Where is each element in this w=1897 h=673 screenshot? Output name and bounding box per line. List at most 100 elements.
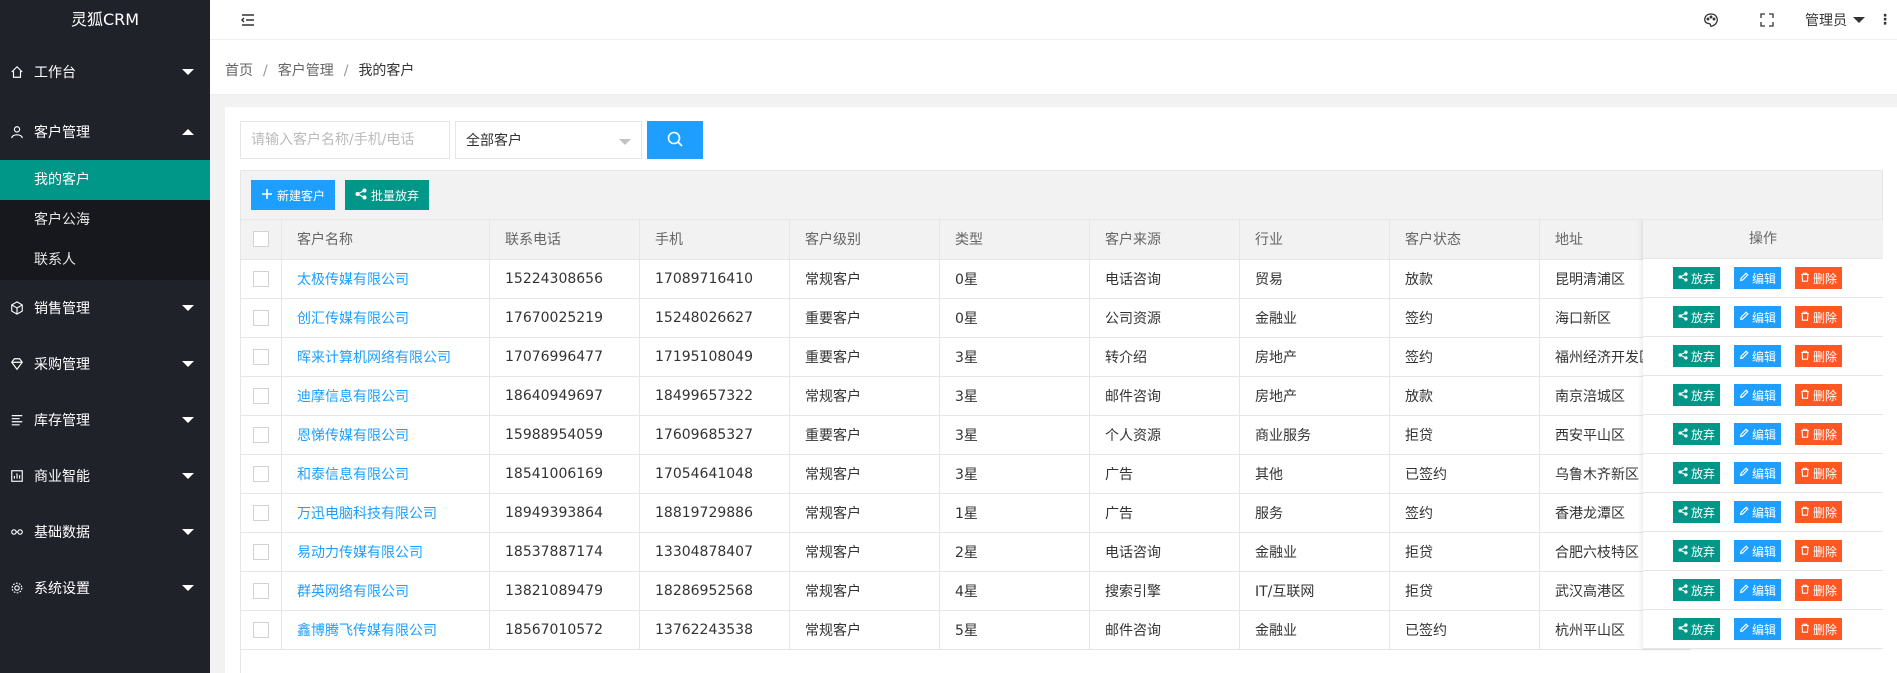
row-checkbox-cell bbox=[241, 337, 282, 377]
row-checkbox[interactable] bbox=[253, 621, 269, 638]
sidebar-item-my-customers[interactable]: 我的客户 bbox=[0, 160, 210, 200]
abandon-button[interactable]: 放弃 bbox=[1673, 423, 1721, 445]
breadcrumb-home[interactable]: 首页 bbox=[225, 63, 253, 79]
sidebar-item-contacts[interactable]: 联系人 bbox=[0, 240, 210, 280]
sidebar-item-inventory[interactable]: 库存管理 bbox=[0, 392, 210, 448]
row-checkbox[interactable] bbox=[253, 309, 269, 326]
column-header[interactable]: 联系电话 bbox=[489, 220, 640, 260]
edit-button[interactable]: 编辑 bbox=[1734, 579, 1782, 601]
edit-label: 编辑 bbox=[1752, 427, 1777, 442]
sidebar-item-sales[interactable]: 销售管理 bbox=[0, 280, 210, 336]
delete-button[interactable]: 删除 bbox=[1795, 540, 1843, 562]
menu-toggle-icon[interactable] bbox=[240, 12, 256, 28]
abandon-button[interactable]: 放弃 bbox=[1673, 462, 1721, 484]
sidebar-item-basic-data[interactable]: 基础数据 bbox=[0, 504, 210, 560]
abandon-button[interactable]: 放弃 bbox=[1673, 501, 1721, 523]
column-header[interactable]: 行业 bbox=[1239, 220, 1390, 260]
edit-button[interactable]: 编辑 bbox=[1734, 618, 1782, 640]
search-button[interactable] bbox=[647, 121, 703, 159]
new-customer-label: 新建客户 bbox=[277, 188, 326, 203]
customer-name-link[interactable]: 鑫博腾飞传媒有限公司 bbox=[281, 610, 490, 650]
abandon-button[interactable]: 放弃 bbox=[1673, 618, 1721, 640]
chevron-up-icon bbox=[182, 129, 194, 135]
trash-icon bbox=[1800, 388, 1810, 402]
delete-button[interactable]: 删除 bbox=[1795, 618, 1843, 640]
abandon-button[interactable]: 放弃 bbox=[1673, 306, 1721, 328]
table-cell: 常规客户 bbox=[789, 532, 940, 572]
column-header[interactable]: 客户名称 bbox=[281, 220, 490, 260]
edit-button[interactable]: 编辑 bbox=[1734, 345, 1782, 367]
batch-abandon-button[interactable]: 批量放弃 bbox=[345, 180, 430, 210]
delete-button[interactable]: 删除 bbox=[1795, 345, 1843, 367]
delete-button[interactable]: 删除 bbox=[1795, 423, 1843, 445]
customer-name-link[interactable]: 迪摩信息有限公司 bbox=[281, 376, 490, 416]
customer-name-link[interactable]: 万迅电脑科技有限公司 bbox=[281, 493, 490, 533]
delete-button[interactable]: 删除 bbox=[1795, 306, 1843, 328]
row-checkbox[interactable] bbox=[253, 270, 269, 287]
row-checkbox[interactable] bbox=[253, 504, 269, 521]
chevron-down-icon bbox=[182, 529, 194, 535]
sidebar-item-label: 客户管理 bbox=[34, 125, 90, 141]
row-checkbox[interactable] bbox=[253, 348, 269, 365]
delete-button[interactable]: 删除 bbox=[1795, 267, 1843, 289]
customer-name-link[interactable]: 恩悌传媒有限公司 bbox=[281, 415, 490, 455]
table-cell: 重要客户 bbox=[789, 415, 940, 455]
sidebar-item-customers[interactable]: 客户管理 bbox=[0, 104, 210, 160]
abandon-button[interactable]: 放弃 bbox=[1673, 579, 1721, 601]
customer-name-link[interactable]: 太极传媒有限公司 bbox=[281, 259, 490, 299]
column-header[interactable]: 客户级别 bbox=[789, 220, 940, 260]
column-header[interactable]: 客户状态 bbox=[1389, 220, 1540, 260]
edit-label: 编辑 bbox=[1752, 505, 1777, 520]
abandon-button[interactable]: 放弃 bbox=[1673, 384, 1721, 406]
edit-button[interactable]: 编辑 bbox=[1734, 501, 1782, 523]
link-icon bbox=[10, 525, 24, 539]
row-checkbox[interactable] bbox=[253, 582, 269, 599]
edit-button[interactable]: 编辑 bbox=[1734, 306, 1782, 328]
customer-name-link[interactable]: 群英网络有限公司 bbox=[281, 571, 490, 611]
delete-button[interactable]: 删除 bbox=[1795, 501, 1843, 523]
row-checkbox[interactable] bbox=[253, 543, 269, 560]
customer-name-link[interactable]: 易动力传媒有限公司 bbox=[281, 532, 490, 572]
column-header[interactable]: 类型 bbox=[939, 220, 1090, 260]
column-header[interactable]: 客户来源 bbox=[1089, 220, 1240, 260]
customer-name-link[interactable]: 晖来计算机网络有限公司 bbox=[281, 337, 490, 377]
table-cell: 0星 bbox=[939, 298, 1090, 338]
more-icon[interactable]: ⋮ bbox=[1873, 0, 1897, 40]
table-cell: 拒贷 bbox=[1389, 415, 1540, 455]
search-input[interactable] bbox=[240, 121, 450, 159]
sidebar-item-purchase[interactable]: 采购管理 bbox=[0, 336, 210, 392]
edit-button[interactable]: 编辑 bbox=[1734, 540, 1782, 562]
sidebar-item-workbench[interactable]: 工作台 bbox=[0, 40, 210, 104]
select-all-checkbox[interactable] bbox=[253, 231, 269, 248]
table-cell: 13821089479 bbox=[489, 571, 640, 611]
edit-button[interactable]: 编辑 bbox=[1734, 384, 1782, 406]
abandon-label: 放弃 bbox=[1691, 349, 1716, 364]
row-checkbox[interactable] bbox=[253, 426, 269, 443]
edit-button[interactable]: 编辑 bbox=[1734, 267, 1782, 289]
new-customer-button[interactable]: 新建客户 bbox=[251, 180, 336, 210]
customer-name-link[interactable]: 创汇传媒有限公司 bbox=[281, 298, 490, 338]
abandon-button[interactable]: 放弃 bbox=[1673, 540, 1721, 562]
theme-icon[interactable] bbox=[1683, 0, 1739, 40]
customer-name-link[interactable]: 和泰信息有限公司 bbox=[281, 454, 490, 494]
delete-button[interactable]: 删除 bbox=[1795, 579, 1843, 601]
abandon-button[interactable]: 放弃 bbox=[1673, 267, 1721, 289]
delete-button[interactable]: 删除 bbox=[1795, 462, 1843, 484]
row-checkbox[interactable] bbox=[253, 387, 269, 404]
table-cell: 15988954059 bbox=[489, 415, 640, 455]
customer-filter-select[interactable]: 全部客户 bbox=[455, 121, 642, 159]
row-checkbox[interactable] bbox=[253, 465, 269, 482]
sidebar-item-bi[interactable]: 商业智能 bbox=[0, 448, 210, 504]
breadcrumb-section[interactable]: 客户管理 bbox=[278, 63, 334, 79]
table-row: 易动力传媒有限公司 18537887174 13304878407 常规客户 2星 电话咨… bbox=[241, 532, 1690, 572]
app-logo[interactable]: 灵狐CRM bbox=[0, 0, 210, 40]
fullscreen-icon[interactable] bbox=[1739, 0, 1795, 40]
sidebar-item-customer-pool[interactable]: 客户公海 bbox=[0, 200, 210, 240]
abandon-button[interactable]: 放弃 bbox=[1673, 345, 1721, 367]
edit-button[interactable]: 编辑 bbox=[1734, 462, 1782, 484]
column-header[interactable]: 手机 bbox=[639, 220, 790, 260]
admin-menu[interactable]: 管理员 bbox=[1795, 10, 1873, 30]
edit-button[interactable]: 编辑 bbox=[1734, 423, 1782, 445]
delete-button[interactable]: 删除 bbox=[1795, 384, 1843, 406]
sidebar-item-settings[interactable]: 系统设置 bbox=[0, 560, 210, 616]
